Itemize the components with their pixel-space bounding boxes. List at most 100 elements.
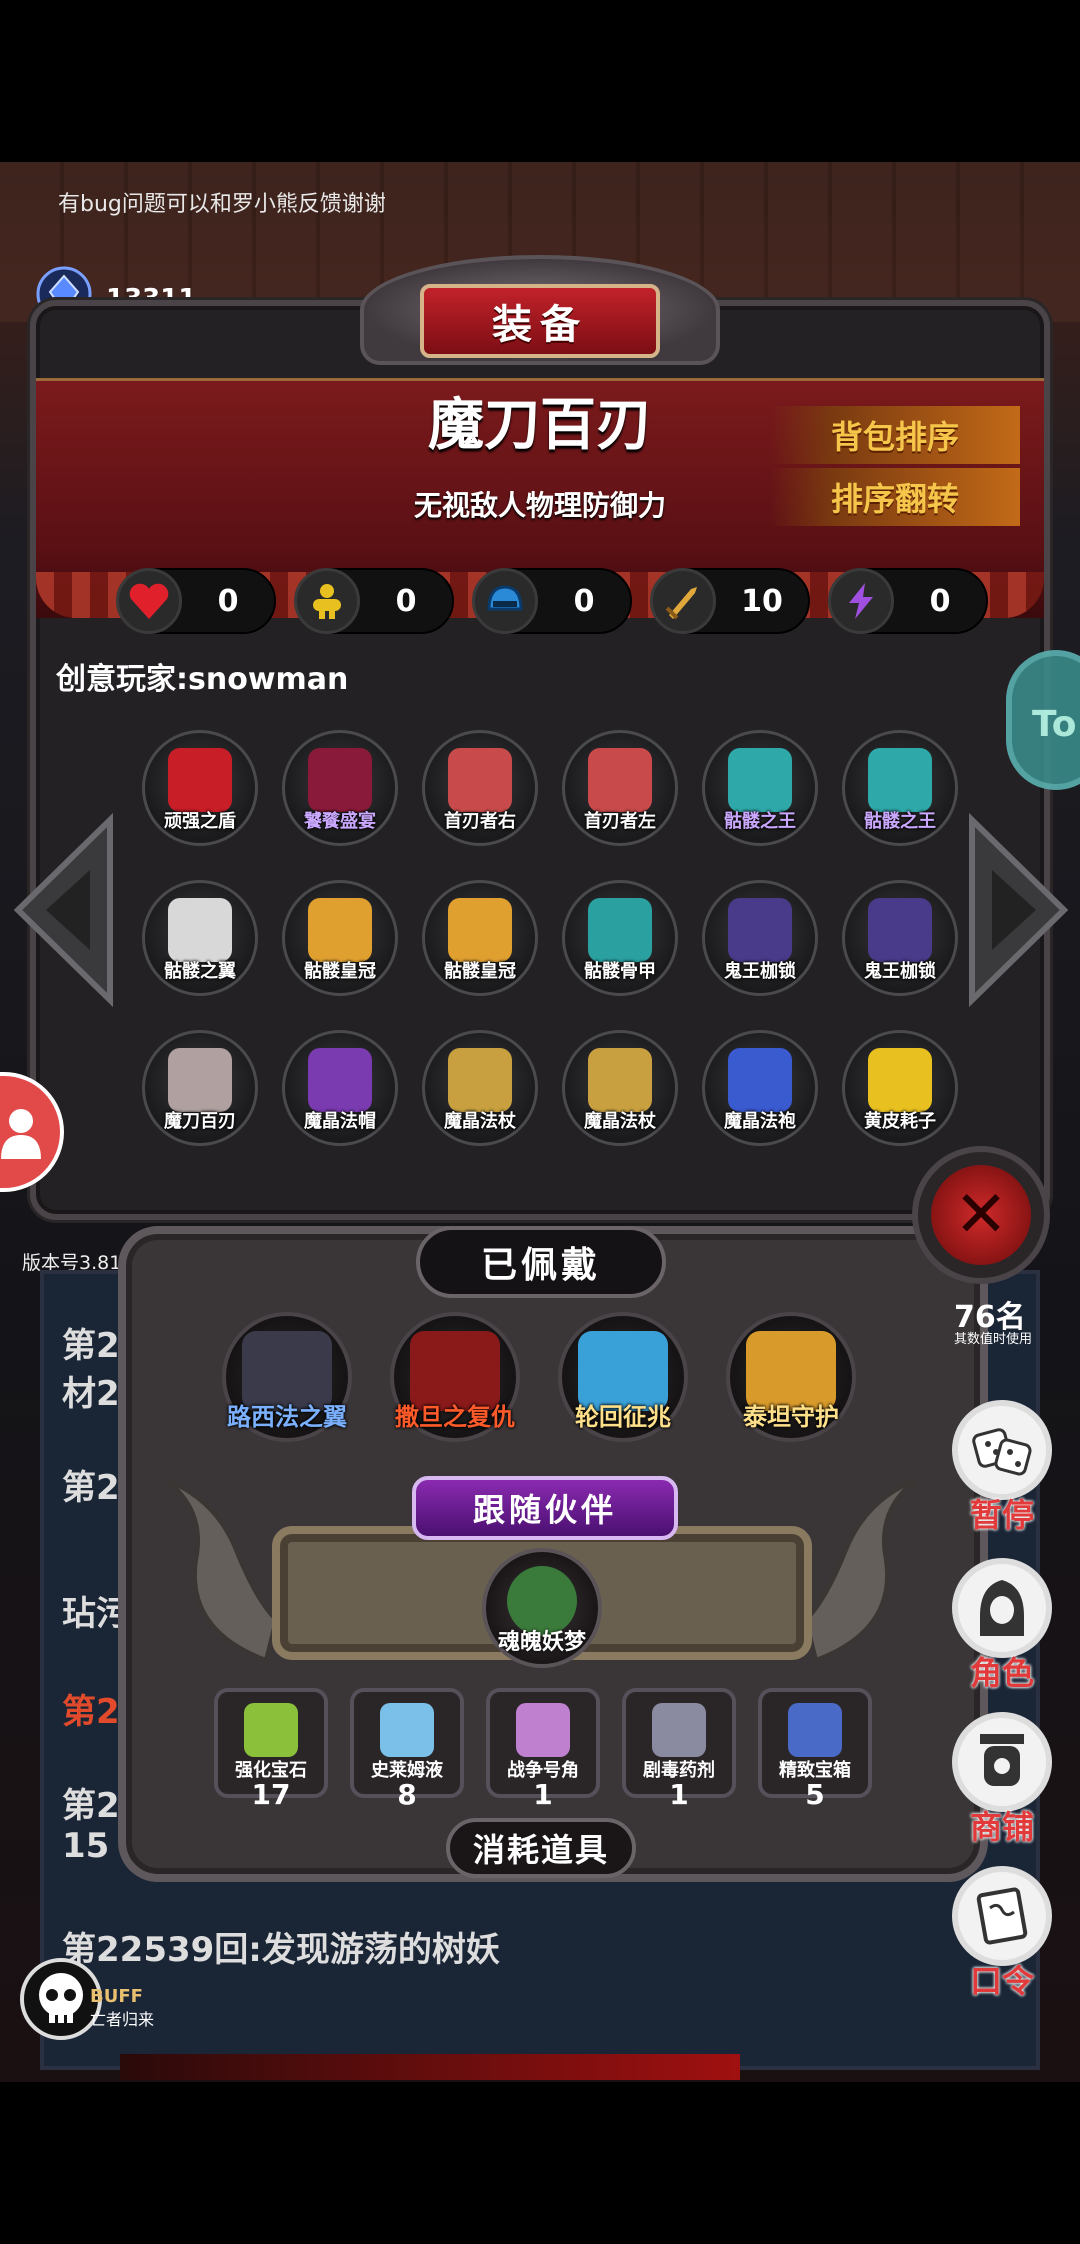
inventory-slot[interactable]: 鬼王枷锁 (702, 880, 818, 996)
consumable-count: 17 (251, 1778, 291, 1811)
stat-defense: 0 (472, 568, 632, 634)
stat-value: 10 (741, 583, 783, 619)
equipped-slot[interactable]: 路西法之翼 (222, 1312, 352, 1442)
buff-label: BUFF (90, 1986, 143, 2007)
item-label: 魔晶法杖 (444, 1111, 516, 1132)
bug-notice: 有bug问题可以和罗小熊反馈谢谢 (58, 192, 386, 217)
item-art (728, 1048, 792, 1112)
equipped-label: 轮回征兆 (575, 1403, 671, 1431)
close-button[interactable]: ✕ (912, 1146, 1050, 1284)
panel-title: 装备 (420, 284, 660, 358)
next-page-arrow[interactable] (962, 810, 1072, 1010)
consumable-art (788, 1703, 842, 1757)
companion-slot[interactable]: 魂魄妖梦 (482, 1548, 602, 1668)
story-line: 第2 (62, 1468, 120, 1508)
consumable-art (516, 1703, 570, 1757)
scroll-icon (952, 1866, 1052, 1966)
story-line: 第22539回:发现游荡的树妖 (62, 1930, 500, 1970)
item-label: 骷髅皇冠 (444, 961, 516, 982)
item-art (728, 898, 792, 962)
equipped-title: 已佩戴 (416, 1226, 666, 1298)
inventory-slot[interactable]: 魔晶法帽 (282, 1030, 398, 1146)
stat-row: 0 0 0 10 0 (116, 568, 1000, 638)
item-art (588, 1048, 652, 1112)
inventory-slot[interactable]: 饕餮盛宴 (282, 730, 398, 846)
item-art (448, 748, 512, 812)
item-art (588, 898, 652, 962)
consumable-art (244, 1703, 298, 1757)
inventory-slot[interactable]: 魔晶法袍 (702, 1030, 818, 1146)
prev-page-arrow[interactable] (10, 810, 120, 1010)
item-art (308, 898, 372, 962)
consumable-slot[interactable]: 战争号角 1 (486, 1688, 600, 1811)
consumable-slot[interactable]: 剧毒药剂 1 (622, 1688, 736, 1811)
to-side-button[interactable]: To (1006, 650, 1080, 790)
item-art (448, 1048, 512, 1112)
inventory-slot[interactable]: 魔刀百刃 (142, 1030, 258, 1146)
consumable-count: 5 (805, 1778, 825, 1811)
stat-value: 0 (217, 583, 239, 619)
inventory-slot[interactable]: 首刃者左 (562, 730, 678, 846)
stat-value: 0 (929, 583, 951, 619)
inventory-slot[interactable]: 魔晶法杖 (422, 1030, 538, 1146)
consumable-slot[interactable]: 精致宝箱 5 (758, 1688, 872, 1811)
item-label: 骷髅之翼 (164, 961, 236, 982)
equipped-label: 撒旦之复仇 (395, 1403, 515, 1431)
item-label: 骷髅之王 (864, 811, 936, 832)
story-line: 第2 (62, 1786, 120, 1826)
inventory-slot[interactable]: 骷髅之翼 (142, 880, 258, 996)
consumable-count: 1 (669, 1778, 689, 1811)
strength-icon (294, 568, 360, 634)
consumable-slot[interactable]: 史莱姆液 8 (350, 1688, 464, 1811)
inventory-slot[interactable]: 鬼王枷锁 (842, 880, 958, 996)
role-button[interactable]: 角色 (944, 1558, 1060, 1698)
reverse-sort-button[interactable]: 排序翻转 (770, 468, 1020, 526)
inventory-slot[interactable]: 魔晶法杖 (562, 1030, 678, 1146)
equipped-slot[interactable]: 轮回征兆 (558, 1312, 688, 1442)
stat-health: 0 (116, 568, 276, 634)
item-art (308, 1048, 372, 1112)
inventory-slot[interactable]: 骷髅皇冠 (422, 880, 538, 996)
buff-sub: 亡者归来 (90, 2010, 155, 2029)
item-label: 首刃者右 (444, 811, 516, 832)
pause-button[interactable]: 暂停 (944, 1400, 1060, 1540)
inventory-slot[interactable]: 黄皮耗子 (842, 1030, 958, 1146)
dice-icon (952, 1400, 1052, 1500)
companion-name: 魂魄妖梦 (497, 1630, 586, 1655)
consumable-count: 1 (533, 1778, 553, 1811)
inventory-slot[interactable]: 骷髅之王 (842, 730, 958, 846)
inventory-slot[interactable]: 骷髅之王 (702, 730, 818, 846)
consumable-slot[interactable]: 强化宝石 17 (214, 1688, 328, 1811)
equipped-items: 路西法之翼 撒旦之复仇 轮回征兆 泰坦守护 (222, 1312, 856, 1442)
story-line: 第2 (62, 1692, 120, 1732)
inventory-slot[interactable]: 骷髅皇冠 (282, 880, 398, 996)
inventory-slot[interactable]: 首刃者右 (422, 730, 538, 846)
item-art (168, 1048, 232, 1112)
item-label: 顽强之盾 (164, 811, 236, 832)
item-label: 魔晶法杖 (584, 1111, 656, 1132)
item-label: 魔晶法袍 (724, 1111, 796, 1132)
story-line: 15 (62, 1826, 110, 1866)
item-art (448, 898, 512, 962)
item-label: 骷髅皇冠 (304, 961, 376, 982)
inventory-slot[interactable]: 骷髅骨甲 (562, 880, 678, 996)
shop-button[interactable]: 商铺 (944, 1712, 1060, 1852)
dragon-ornament-left (126, 1470, 286, 1670)
stat-value: 0 (573, 583, 595, 619)
equipped-slot[interactable]: 撒旦之复仇 (390, 1312, 520, 1442)
equipped-slot[interactable]: 泰坦守护 (726, 1312, 856, 1442)
inventory-slot[interactable]: 顽强之盾 (142, 730, 258, 846)
item-label: 黄皮耗子 (864, 1111, 936, 1132)
item-art (308, 748, 372, 812)
stat-magic: 0 (828, 568, 988, 634)
code-button[interactable]: 口令 (944, 1866, 1060, 2006)
item-art (728, 748, 792, 812)
equipped-label: 泰坦守护 (743, 1403, 839, 1431)
sword-icon (650, 568, 716, 634)
consumable-art (380, 1703, 434, 1757)
sort-bag-button[interactable]: 背包排序 (770, 406, 1020, 464)
hooded-figure-icon (952, 1558, 1052, 1658)
rank-counter-sub: 其数值时使用 (954, 1332, 1033, 1347)
item-art (868, 898, 932, 962)
item-art (588, 748, 652, 812)
